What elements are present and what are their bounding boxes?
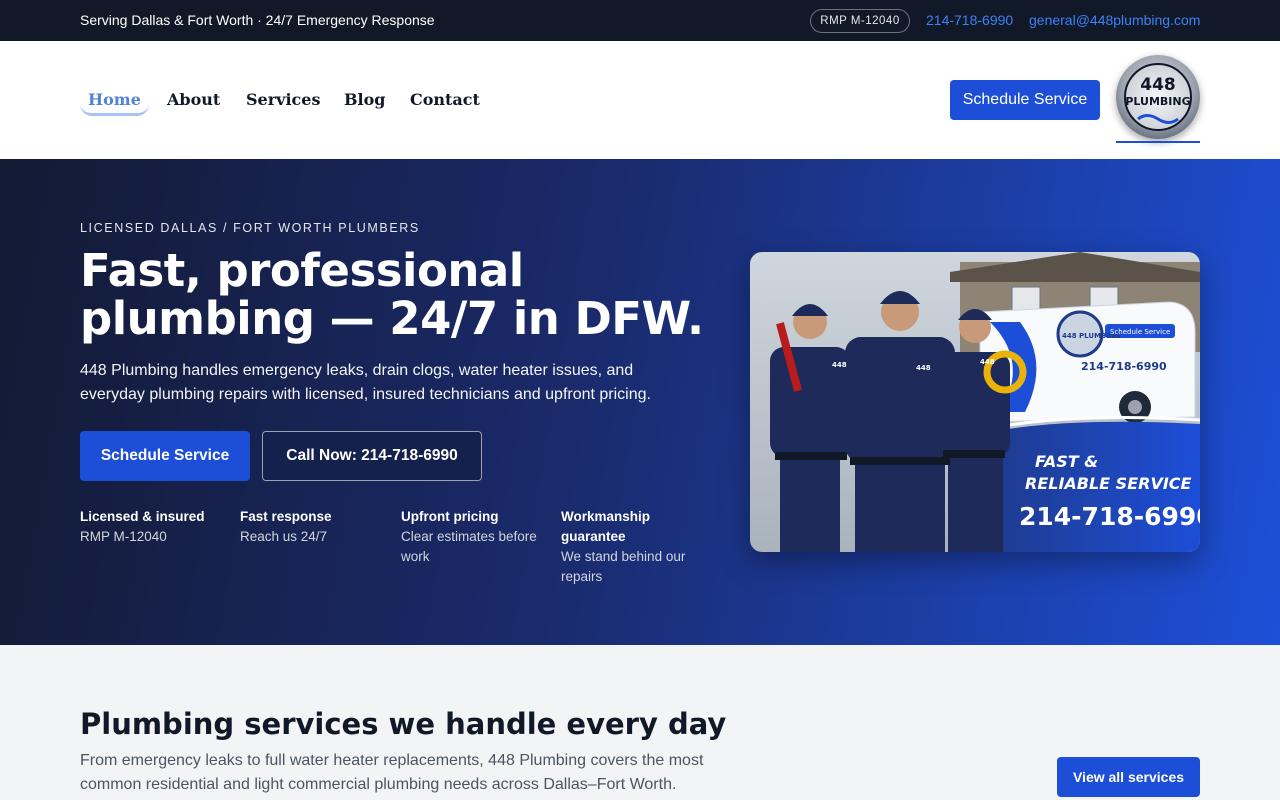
hero-team-photo: FAST & RELIABLE SERVICE 214-718-6990 214… bbox=[750, 252, 1200, 552]
shirt-label-2: 448 bbox=[916, 364, 931, 372]
logo-wave-icon bbox=[1137, 114, 1179, 124]
nav-link-blog[interactable]: Blog bbox=[344, 90, 385, 109]
hero-description: 448 Plumbing handles emergency leaks, dr… bbox=[80, 362, 651, 403]
services-title: Plumbing services we handle every day bbox=[80, 707, 727, 741]
feature-title: Fast response bbox=[240, 509, 332, 524]
nav-schedule-button[interactable]: Schedule Service bbox=[950, 80, 1100, 120]
feature-licensed: Licensed & insured RMP M-12040 bbox=[80, 507, 230, 547]
nav-link-about[interactable]: About bbox=[167, 90, 220, 109]
nav-link-contact[interactable]: Contact bbox=[410, 90, 480, 109]
logo-number: 448 bbox=[1140, 75, 1176, 95]
image-phone: 214-718-6990 bbox=[1019, 502, 1200, 531]
hero-schedule-button[interactable]: Schedule Service bbox=[80, 431, 250, 481]
feature-title: Upfront pricing bbox=[401, 509, 499, 524]
brand-logo[interactable]: 448 PLUMBING bbox=[1116, 55, 1200, 143]
feature-desc: Clear estimates before work bbox=[401, 529, 537, 564]
feature-title: Licensed & insured bbox=[80, 509, 205, 524]
feature-upfront-pricing: Upfront pricing Clear estimates before w… bbox=[401, 507, 551, 567]
image-headline-1: FAST & bbox=[1035, 452, 1098, 471]
topbar-phone-link[interactable]: 214-718-6990 bbox=[926, 12, 1013, 28]
topbar-tagline: Serving Dallas & Fort Worth · 24/7 Emerg… bbox=[80, 12, 435, 28]
image-headline-2: RELIABLE SERVICE bbox=[1025, 474, 1192, 493]
main-nav: Home About Services Blog Contact Schedul… bbox=[0, 41, 1280, 159]
services-description: From emergency leaks to full water heate… bbox=[80, 752, 704, 793]
van-phone: 214-718-6990 bbox=[1081, 360, 1167, 373]
hero-section: LICENSED DALLAS / FORT WORTH PLUMBERS Fa… bbox=[0, 159, 1280, 645]
view-all-services-button[interactable]: View all services bbox=[1057, 757, 1200, 797]
feature-desc: Reach us 24/7 bbox=[240, 529, 328, 544]
top-bar: Serving Dallas & Fort Worth · 24/7 Emerg… bbox=[0, 0, 1280, 41]
nav-link-home[interactable]: Home bbox=[80, 90, 149, 116]
feature-title: Workmanship guarantee bbox=[561, 509, 651, 544]
nav-link-services[interactable]: Services bbox=[246, 90, 320, 109]
feature-desc: RMP M-12040 bbox=[80, 529, 167, 544]
topbar-email-link[interactable]: general@448plumbing.com bbox=[1029, 12, 1200, 28]
services-section: Plumbing services we handle every day Fr… bbox=[0, 645, 1280, 800]
feature-fast-response: Fast response Reach us 24/7 bbox=[240, 507, 390, 547]
van-badge-text: Schedule Service bbox=[1110, 328, 1170, 336]
hero-title: Fast, professional plumbing — 24/7 in DF… bbox=[80, 244, 704, 345]
shirt-label-3: 448 bbox=[980, 358, 995, 366]
license-badge: RMP M-12040 bbox=[810, 9, 910, 33]
hero-call-button[interactable]: Call Now: 214-718-6990 bbox=[262, 431, 482, 481]
logo-underline bbox=[1116, 141, 1200, 143]
feature-desc: We stand behind our repairs bbox=[561, 549, 686, 584]
logo-badge: 448 PLUMBING bbox=[1116, 55, 1200, 139]
logo-wordmark: PLUMBING bbox=[1125, 95, 1191, 108]
shirt-label-1: 448 bbox=[832, 361, 847, 369]
hero-eyebrow: LICENSED DALLAS / FORT WORTH PLUMBERS bbox=[80, 221, 420, 235]
team-photo-illustration: FAST & RELIABLE SERVICE 214-718-6990 214… bbox=[750, 252, 1200, 552]
feature-guarantee: Workmanship guarantee We stand behind ou… bbox=[561, 507, 711, 587]
